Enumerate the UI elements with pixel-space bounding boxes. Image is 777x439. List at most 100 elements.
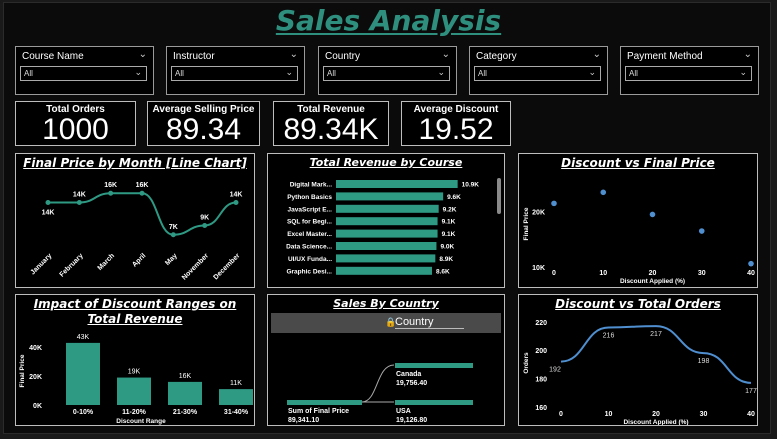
slicer-course-name[interactable]: Course Name ⌄ All ⌄ xyxy=(15,46,154,95)
slicer-payment-method[interactable]: Payment Method ⌄ All ⌄ xyxy=(620,46,759,95)
bar xyxy=(336,254,436,263)
slicer-dropdown[interactable]: All ⌄ xyxy=(20,66,147,81)
data-label: 216 xyxy=(603,333,615,340)
chevron-down-icon[interactable]: ⌄ xyxy=(442,49,450,60)
data-label: 9.2K xyxy=(443,206,457,213)
y-tick-label: 180 xyxy=(535,377,547,384)
category-label: SQL for Begi... xyxy=(287,219,332,226)
y-tick-label: 0K xyxy=(33,403,42,410)
category-label: Graphic Desi... xyxy=(286,268,332,275)
tree-child-value: 19,756.40 xyxy=(396,380,427,387)
x-tick-label: 40 xyxy=(747,270,755,277)
data-label: 9.6K xyxy=(447,194,461,201)
kpi-total-revenue: Total Revenue 89.34K xyxy=(273,101,389,146)
tree-root-value: 89,341.10 xyxy=(288,417,319,424)
chevron-down-icon[interactable]: ⌄ xyxy=(290,49,298,60)
x-axis-label: Discount Applied (%) xyxy=(623,419,688,426)
slicer-value: All xyxy=(175,69,184,78)
tree-root-bar xyxy=(287,400,362,405)
slicer-country[interactable]: Country ⌄ All ⌄ xyxy=(318,46,457,95)
slicer-value: All xyxy=(327,69,336,78)
bar xyxy=(117,377,151,405)
panel-total-revenue-by-course[interactable]: Total Revenue by Course Digital Mark... 1… xyxy=(267,153,505,288)
data-point xyxy=(45,199,51,205)
x-tick-label: 30 xyxy=(698,270,706,277)
x-tick-label: 20 xyxy=(649,270,657,277)
x-tick-label: 11-20% xyxy=(122,409,147,416)
bar xyxy=(336,242,437,250)
slicer-dropdown[interactable]: All ⌄ xyxy=(625,66,752,81)
x-tick-label: 21-30% xyxy=(173,409,198,416)
x-tick-label: February xyxy=(59,252,85,278)
tree-connector xyxy=(361,364,395,403)
category-label: Digital Mark... xyxy=(290,182,332,189)
category-label: JavaScript E... xyxy=(288,206,333,213)
decomposition-tree: Sum of Final Price 89,341.10 Canada 19,756.… xyxy=(287,363,473,424)
tree-child-value: 19,126.80 xyxy=(396,417,427,424)
data-label: 10.9K xyxy=(462,182,480,189)
page-title: Sales Analysis xyxy=(275,4,502,37)
chevron-down-icon[interactable]: ⌄ xyxy=(139,49,147,60)
data-label: 8.6K xyxy=(436,268,450,275)
x-tick-label: November xyxy=(181,252,210,281)
slicer-dropdown[interactable]: All ⌄ xyxy=(323,66,450,81)
slicer-dropdown[interactable]: All ⌄ xyxy=(474,66,601,81)
category-label: UI/UX Funda... xyxy=(288,256,332,263)
line-chart: 14K January 14K February 16K March 16K April 7K M… xyxy=(29,182,242,281)
chevron-down-icon[interactable]: ⌄ xyxy=(744,49,752,60)
data-point xyxy=(748,260,754,267)
data-label: 43K xyxy=(77,334,90,341)
y-axis-label: Final Price xyxy=(523,207,530,240)
data-label: 9.1K xyxy=(442,231,456,238)
data-label: 7K xyxy=(169,224,178,231)
chevron-down-icon[interactable]: ⌄ xyxy=(593,49,601,60)
kpi-average-discount: Average Discount 19.52 xyxy=(401,101,511,146)
slicer-label: Payment Method xyxy=(627,51,703,62)
slicer-category[interactable]: Category ⌄ All ⌄ xyxy=(469,46,608,95)
x-tick-label: 0-10% xyxy=(73,409,94,416)
bar xyxy=(336,204,439,213)
data-label: 8.9K xyxy=(439,256,453,263)
kpi-value: 89.34K xyxy=(283,113,379,146)
x-tick-label: 0 xyxy=(552,270,556,277)
scatter-chart: 0 10 20 30 40 20K 10K Discount Applied (%) Final… xyxy=(523,189,755,285)
panel-final-price-by-month[interactable]: Final Price by Month [Line Chart] 14K Jan… xyxy=(15,153,255,288)
panel-sales-by-country[interactable]: Sales By Country 🔒 Country Sum of Final … xyxy=(267,294,505,426)
scrollbar[interactable] xyxy=(497,178,501,214)
kpi-value: 89.34 xyxy=(165,113,242,146)
data-label: 198 xyxy=(698,358,710,365)
bar xyxy=(219,389,253,405)
bar-chart: 43K 0-10% 19K 11-20% 16K 21-30% 11K 31-40% 40K 20… xyxy=(19,334,253,425)
slicer-value: All xyxy=(629,69,638,78)
data-point xyxy=(170,232,176,238)
y-tick-label: 10K xyxy=(532,265,545,272)
x-tick-label: December xyxy=(213,252,242,281)
chevron-down-icon: ⌄ xyxy=(134,67,142,77)
data-label: 14K xyxy=(73,191,86,198)
bar-chart: Digital Mark... 10.9K Python Basics 9.6K Jav… xyxy=(286,180,480,275)
data-label: 177 xyxy=(745,388,757,395)
tree-child-bar xyxy=(395,400,473,405)
chevron-down-icon: ⌄ xyxy=(285,67,293,77)
kpi-average-selling-price: Average Selling Price 89.34 xyxy=(147,101,260,146)
slicer-dropdown[interactable]: All ⌄ xyxy=(171,66,298,81)
data-point xyxy=(76,199,82,205)
category-label: Data Science... xyxy=(286,244,332,251)
category-label: Excel Master... xyxy=(287,231,332,238)
slicer-value: All xyxy=(478,69,487,78)
data-point xyxy=(233,199,239,205)
slicer-instructor[interactable]: Instructor ⌄ All ⌄ xyxy=(166,46,305,95)
data-point xyxy=(600,189,607,196)
tree-child-label: Canada xyxy=(396,371,421,378)
data-label: 16K xyxy=(179,373,192,380)
bar xyxy=(168,381,202,405)
panel-discount-vs-total-orders[interactable]: Discount vs Total Orders 192 216 217 198 177… xyxy=(518,294,758,426)
data-point xyxy=(108,190,114,196)
panel-impact-of-discount-ranges[interactable]: Impact of Discount Ranges on Total Reven… xyxy=(15,294,255,426)
category-label: Python Basics xyxy=(287,194,332,201)
x-tick-label: 10 xyxy=(605,411,613,418)
panel-discount-vs-final-price[interactable]: Discount vs Final Price 0 10 20 30 40 20K 10K D… xyxy=(518,153,758,288)
x-tick-label: 31-40% xyxy=(224,409,249,416)
data-point xyxy=(649,211,656,218)
y-tick-label: 20K xyxy=(29,374,42,381)
